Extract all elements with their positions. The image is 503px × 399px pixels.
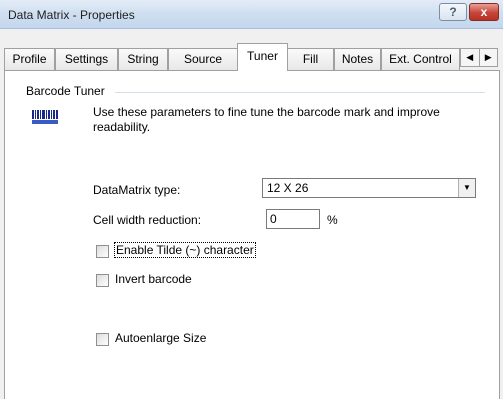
tab-scroll-right-icon[interactable]: ▶ xyxy=(478,49,498,66)
tab-settings[interactable]: Settings xyxy=(55,48,118,70)
enable-tilde-label[interactable]: Enable Tilde (~) character xyxy=(114,242,256,258)
close-button[interactable]: x xyxy=(469,3,499,21)
title-bar: Data Matrix - Properties ? x xyxy=(0,0,503,29)
tab-strip: Profile Settings String Source Tuner Fil… xyxy=(0,40,503,71)
tab-tuner[interactable]: Tuner xyxy=(237,43,288,71)
tab-string[interactable]: String xyxy=(118,48,168,70)
tab-scroll-arrows: ◀ ▶ xyxy=(460,48,498,67)
invert-barcode-checkbox[interactable] xyxy=(96,274,109,287)
cell-width-label: Cell width reduction: xyxy=(93,213,202,227)
autoenlarge-checkbox[interactable] xyxy=(96,333,109,346)
help-button[interactable]: ? xyxy=(439,3,467,21)
datamatrix-type-value: 12 X 26 xyxy=(267,181,309,195)
cell-width-unit: % xyxy=(327,213,338,227)
autoenlarge-label[interactable]: Autoenlarge Size xyxy=(115,331,206,345)
tab-source[interactable]: Source xyxy=(168,48,238,70)
cell-width-input[interactable] xyxy=(266,209,320,229)
tab-ext-control[interactable]: Ext. Control xyxy=(381,48,460,70)
tuner-description: Use these parameters to fine tune the ba… xyxy=(93,105,440,134)
tab-scroll-left-icon[interactable]: ◀ xyxy=(461,49,479,66)
window-title: Data Matrix - Properties xyxy=(8,8,135,22)
group-title: Barcode Tuner xyxy=(26,84,108,98)
tab-profile[interactable]: Profile xyxy=(4,48,55,70)
tuner-panel: Barcode Tuner Use these parameters to fi… xyxy=(4,70,500,399)
properties-dialog: Data Matrix - Properties ? x Profile Set… xyxy=(0,0,503,399)
barcode-icon xyxy=(31,109,59,125)
datamatrix-type-select[interactable]: 12 X 26 ▼ xyxy=(262,178,476,198)
datamatrix-type-label: DataMatrix type: xyxy=(93,183,181,197)
group-divider xyxy=(115,92,485,93)
tab-notes[interactable]: Notes xyxy=(334,48,381,70)
invert-barcode-label[interactable]: Invert barcode xyxy=(115,272,192,286)
chevron-down-icon[interactable]: ▼ xyxy=(458,179,475,197)
tab-fill[interactable]: Fill xyxy=(287,48,334,70)
enable-tilde-checkbox[interactable] xyxy=(96,245,109,258)
